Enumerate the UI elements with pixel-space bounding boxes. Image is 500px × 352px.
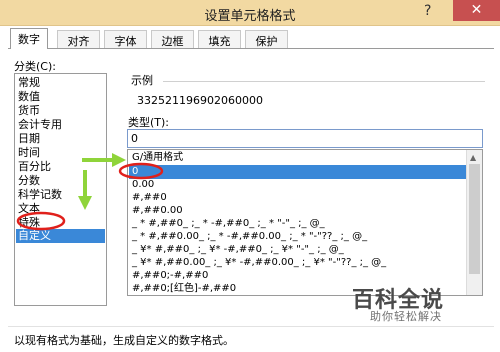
tab-fill[interactable]: 填充 bbox=[198, 30, 241, 48]
category-currency[interactable]: 货币 bbox=[18, 104, 40, 118]
tab-alignment[interactable]: 对齐 bbox=[57, 30, 100, 48]
tab-bar: 数字 对齐 字体 边框 填充 保护 bbox=[0, 28, 500, 49]
category-custom[interactable]: 自定义 bbox=[16, 229, 105, 243]
sample-value: 332521196902060000 bbox=[137, 94, 263, 107]
tab-protection[interactable]: 保护 bbox=[245, 30, 288, 48]
scroll-thumb[interactable] bbox=[469, 164, 480, 274]
scroll-up-icon[interactable]: ▲ bbox=[470, 153, 476, 162]
format-item[interactable]: #,##0;[红色]-#,##0 bbox=[132, 282, 236, 295]
type-input[interactable]: 0 bbox=[127, 129, 483, 148]
format-list[interactable]: G/通用格式 0 0.00 #,##0 #,##0.00 _ * #,##0_ … bbox=[127, 149, 483, 296]
category-percentage[interactable]: 百分比 bbox=[18, 160, 51, 174]
category-time[interactable]: 时间 bbox=[18, 146, 40, 160]
sample-divider bbox=[163, 81, 485, 82]
tab-border[interactable]: 边框 bbox=[151, 30, 194, 48]
help-icon[interactable]: ? bbox=[424, 3, 431, 19]
format-item[interactable]: #,##0 bbox=[132, 191, 167, 205]
tab-font[interactable]: 字体 bbox=[104, 30, 147, 48]
format-item[interactable]: 0.00 bbox=[132, 178, 154, 192]
category-accounting[interactable]: 会计专用 bbox=[18, 118, 62, 132]
tab-divider bbox=[8, 48, 494, 49]
format-item[interactable]: _ ¥* #,##0.00_ ;_ ¥* -#,##0.00_ ;_ ¥* "-… bbox=[132, 256, 386, 270]
category-special[interactable]: 特殊 bbox=[18, 216, 40, 230]
category-label: 分类(C): bbox=[14, 60, 56, 73]
watermark-logo-subtitle: 助你轻松解决 bbox=[370, 310, 442, 323]
format-description: 以现有格式为基础，生成自定义的数字格式。 bbox=[14, 334, 234, 347]
format-item-selected[interactable]: 0 bbox=[129, 165, 466, 179]
category-fraction[interactable]: 分数 bbox=[18, 174, 40, 188]
sample-label: 示例 bbox=[131, 74, 153, 87]
format-item[interactable]: _ ¥* #,##0_ ;_ ¥* -#,##0_ ;_ ¥* "-"_ ;_ … bbox=[132, 243, 344, 257]
category-scientific[interactable]: 科学记数 bbox=[18, 188, 62, 202]
format-item[interactable]: _ * #,##0.00_ ;_ * -#,##0.00_ ;_ * "-"??… bbox=[132, 230, 367, 244]
format-scrollbar[interactable]: ▲ bbox=[466, 150, 482, 295]
tab-number[interactable]: 数字 bbox=[10, 28, 48, 49]
category-number[interactable]: 数值 bbox=[18, 90, 40, 104]
close-button[interactable]: ✕ bbox=[453, 0, 500, 21]
category-list[interactable]: 常规 数值 货币 会计专用 日期 时间 百分比 分数 科学记数 文本 特殊 自定… bbox=[14, 73, 107, 306]
format-item[interactable]: G/通用格式 bbox=[132, 151, 183, 165]
format-item[interactable]: _ * #,##0_ ;_ * -#,##0_ ;_ * "-"_ ;_ @_ bbox=[132, 217, 325, 231]
type-label: 类型(T): bbox=[128, 116, 170, 129]
format-item[interactable]: #,##0.00 bbox=[132, 204, 183, 218]
format-item[interactable]: #,##0;-#,##0 bbox=[132, 269, 208, 283]
category-text[interactable]: 文本 bbox=[18, 202, 40, 216]
category-general[interactable]: 常规 bbox=[18, 76, 40, 90]
category-date[interactable]: 日期 bbox=[18, 132, 40, 146]
bottom-divider bbox=[8, 326, 494, 327]
title-bar: 设置单元格格式 ? ✕ bbox=[0, 0, 500, 26]
